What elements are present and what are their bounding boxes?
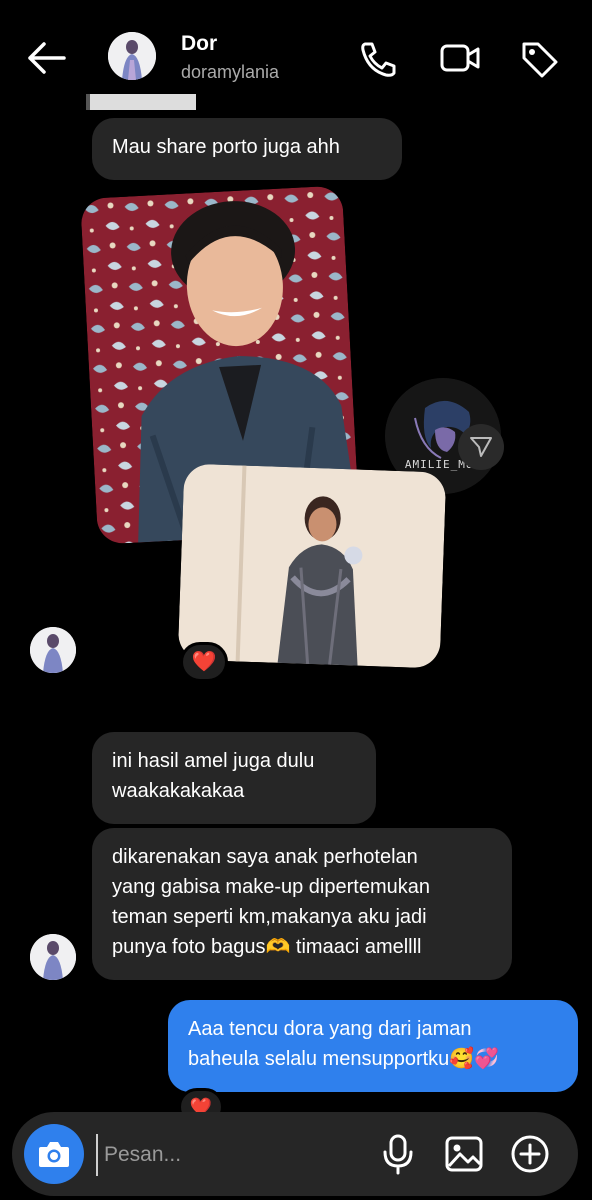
message-bubble-received[interactable]: ini hasil amel juga dulu waakakakakaa: [92, 732, 376, 824]
message-text: Mau share porto juga ahh: [112, 136, 340, 158]
contact-name[interactable]: Dor: [181, 32, 217, 56]
share-forward-button[interactable]: [458, 424, 504, 470]
graduation-photo-image: [177, 463, 447, 669]
avatar-image: [108, 32, 156, 80]
avatar-image: [30, 934, 76, 980]
message-text-line: punya foto bagus🫶 timaaci amellll: [112, 936, 422, 958]
profile-avatar[interactable]: [108, 32, 156, 80]
add-plus-icon[interactable]: [508, 1132, 552, 1176]
sender-avatar[interactable]: [30, 627, 76, 673]
tag-icon[interactable]: [518, 38, 562, 78]
avatar-image: [30, 627, 76, 673]
message-text-line: Aaa tencu dora yang dari jaman: [188, 1018, 472, 1040]
message-text-line: ini hasil amel juga dulu: [112, 750, 315, 772]
message-bubble-received[interactable]: Mau share porto juga ahh: [92, 118, 402, 180]
gallery-image-icon[interactable]: [442, 1132, 486, 1176]
message-composer: [12, 1112, 578, 1196]
contact-username[interactable]: doramylania: [181, 62, 279, 83]
sender-avatar[interactable]: [30, 934, 76, 980]
video-call-icon[interactable]: [438, 38, 482, 78]
camera-icon: [39, 1142, 69, 1167]
heart-icon: ❤️: [191, 651, 217, 673]
message-text-line: waakakakakaa: [112, 780, 245, 802]
message-text-line: yang gabisa make-up dipertemukan: [112, 876, 430, 898]
message-bubble-received[interactable]: dikarenakan saya anak perhotelan yang ga…: [92, 828, 512, 980]
back-arrow-icon[interactable]: [24, 38, 68, 78]
previous-message-preview: [86, 94, 196, 110]
microphone-icon[interactable]: [376, 1132, 420, 1176]
heart-reaction-badge[interactable]: ❤️: [180, 642, 228, 682]
message-input[interactable]: [96, 1134, 356, 1176]
phone-call-icon[interactable]: [356, 38, 400, 78]
camera-button[interactable]: [24, 1124, 84, 1184]
message-text-line: teman seperti km,makanya aku jadi: [112, 906, 427, 928]
send-arrow-icon: [470, 437, 492, 457]
message-text-line: dikarenakan saya anak perhotelan: [112, 846, 418, 868]
message-bubble-sent[interactable]: Aaa tencu dora yang dari jaman baheula s…: [168, 1000, 578, 1092]
shared-photo-2[interactable]: [177, 463, 447, 669]
message-text-line: baheula selalu mensupportku🥰💞: [188, 1048, 500, 1070]
